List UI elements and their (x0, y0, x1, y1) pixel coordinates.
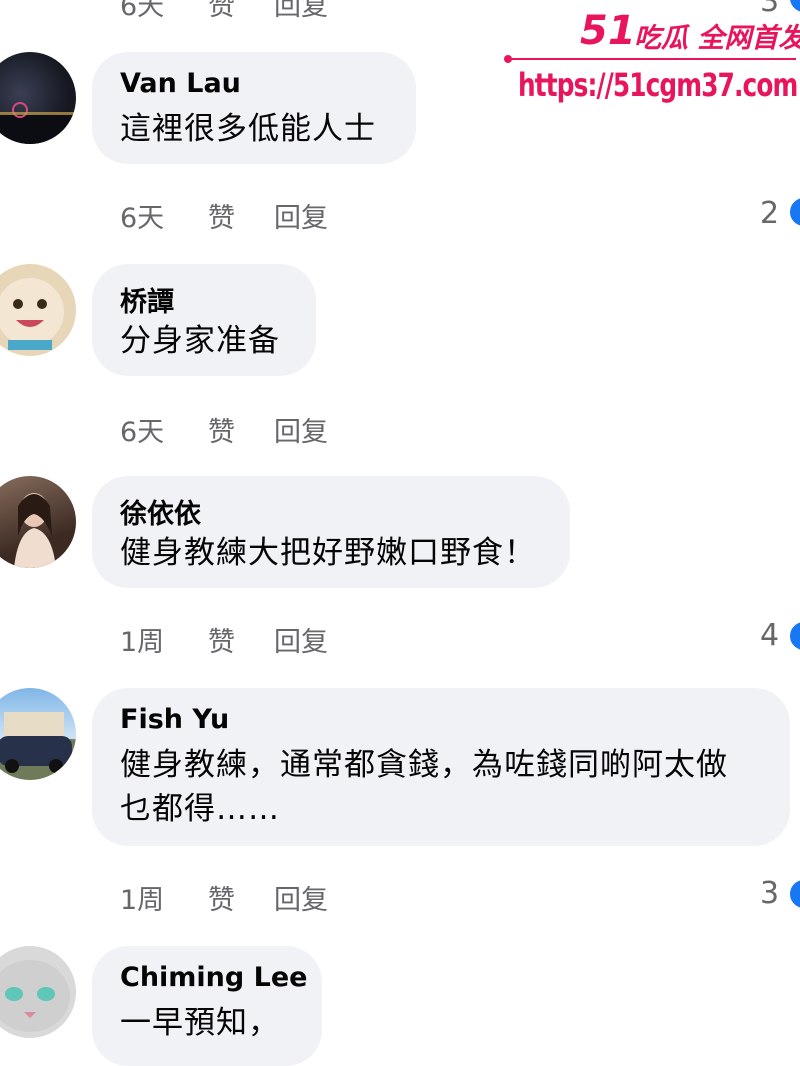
like-button[interactable]: 赞 (208, 878, 235, 917)
brand-number: 51 (580, 8, 636, 52)
comment-bubble: Fish Yu 健身教練，通常都貪錢，為咗錢同啲阿太做 乜都得…… (92, 688, 790, 846)
like-button[interactable]: 赞 (208, 620, 235, 659)
comment-bubble: Chiming Lee 一早預知， (92, 946, 322, 1066)
comment-bubble: 徐依依 健身教練大把好野嫩口野食！ (92, 476, 570, 588)
avatar-fish-yu[interactable] (0, 688, 76, 780)
watermark-url: https://51cgm37.com (518, 66, 798, 104)
avatar-qiao-tan[interactable] (0, 264, 76, 356)
like-reaction-icon (788, 196, 800, 228)
like-reaction-icon (788, 620, 800, 652)
comment-author[interactable]: 徐依依 (120, 492, 201, 531)
reply-button[interactable]: 回复 (274, 878, 328, 917)
reaction-count[interactable]: 4 (760, 618, 779, 653)
comment-author[interactable]: Fish Yu (120, 704, 229, 735)
comment-author[interactable]: 桥譚 (120, 280, 174, 319)
brand-text: 吃瓜 全网首发 (634, 23, 800, 54)
timestamp: 1周 (120, 627, 165, 658)
comment-author[interactable]: Van Lau (120, 68, 241, 99)
avatar-chiming-lee[interactable] (0, 946, 76, 1038)
comment-text: 分身家准备 (120, 323, 280, 359)
comment-text-line-2: 乜都得…… (120, 791, 280, 827)
timestamp: 1周 (120, 885, 165, 916)
reaction-count[interactable]: 2 (760, 196, 779, 231)
watermark-logo: 51 吃瓜 全网首发 (580, 8, 800, 54)
like-button[interactable]: 赞 (208, 410, 235, 449)
like-button[interactable]: 赞 (208, 196, 235, 235)
reply-button[interactable]: 回复 (274, 410, 328, 449)
comment-text: 健身教練大把好野嫩口野食！ (120, 535, 536, 571)
timestamp: 6天 (120, 203, 165, 234)
timestamp: 6天 (120, 417, 165, 448)
like-button[interactable]: 赞 (208, 0, 235, 23)
watermark-underline (504, 55, 796, 63)
reply-button[interactable]: 回复 (274, 0, 328, 23)
avatar-xu-yiyi[interactable] (0, 476, 76, 568)
comment-text-line-1: 健身教練，通常都貪錢，為咗錢同啲阿太做 (120, 747, 728, 783)
timestamp: 6天 (120, 0, 165, 22)
comment-text: 這裡很多低能人士 (120, 111, 376, 147)
reply-button[interactable]: 回复 (274, 196, 328, 235)
comment-bubble: 桥譚 分身家准备 (92, 264, 316, 376)
reaction-count[interactable]: 3 (760, 876, 779, 911)
reply-button[interactable]: 回复 (274, 620, 328, 659)
like-reaction-icon (788, 878, 800, 910)
comment-bubble: Van Lau 這裡很多低能人士 (92, 52, 416, 164)
avatar-van-lau[interactable] (0, 52, 76, 144)
comment-text: 一早預知， (120, 1005, 280, 1041)
comment-author[interactable]: Chiming Lee (120, 962, 307, 993)
